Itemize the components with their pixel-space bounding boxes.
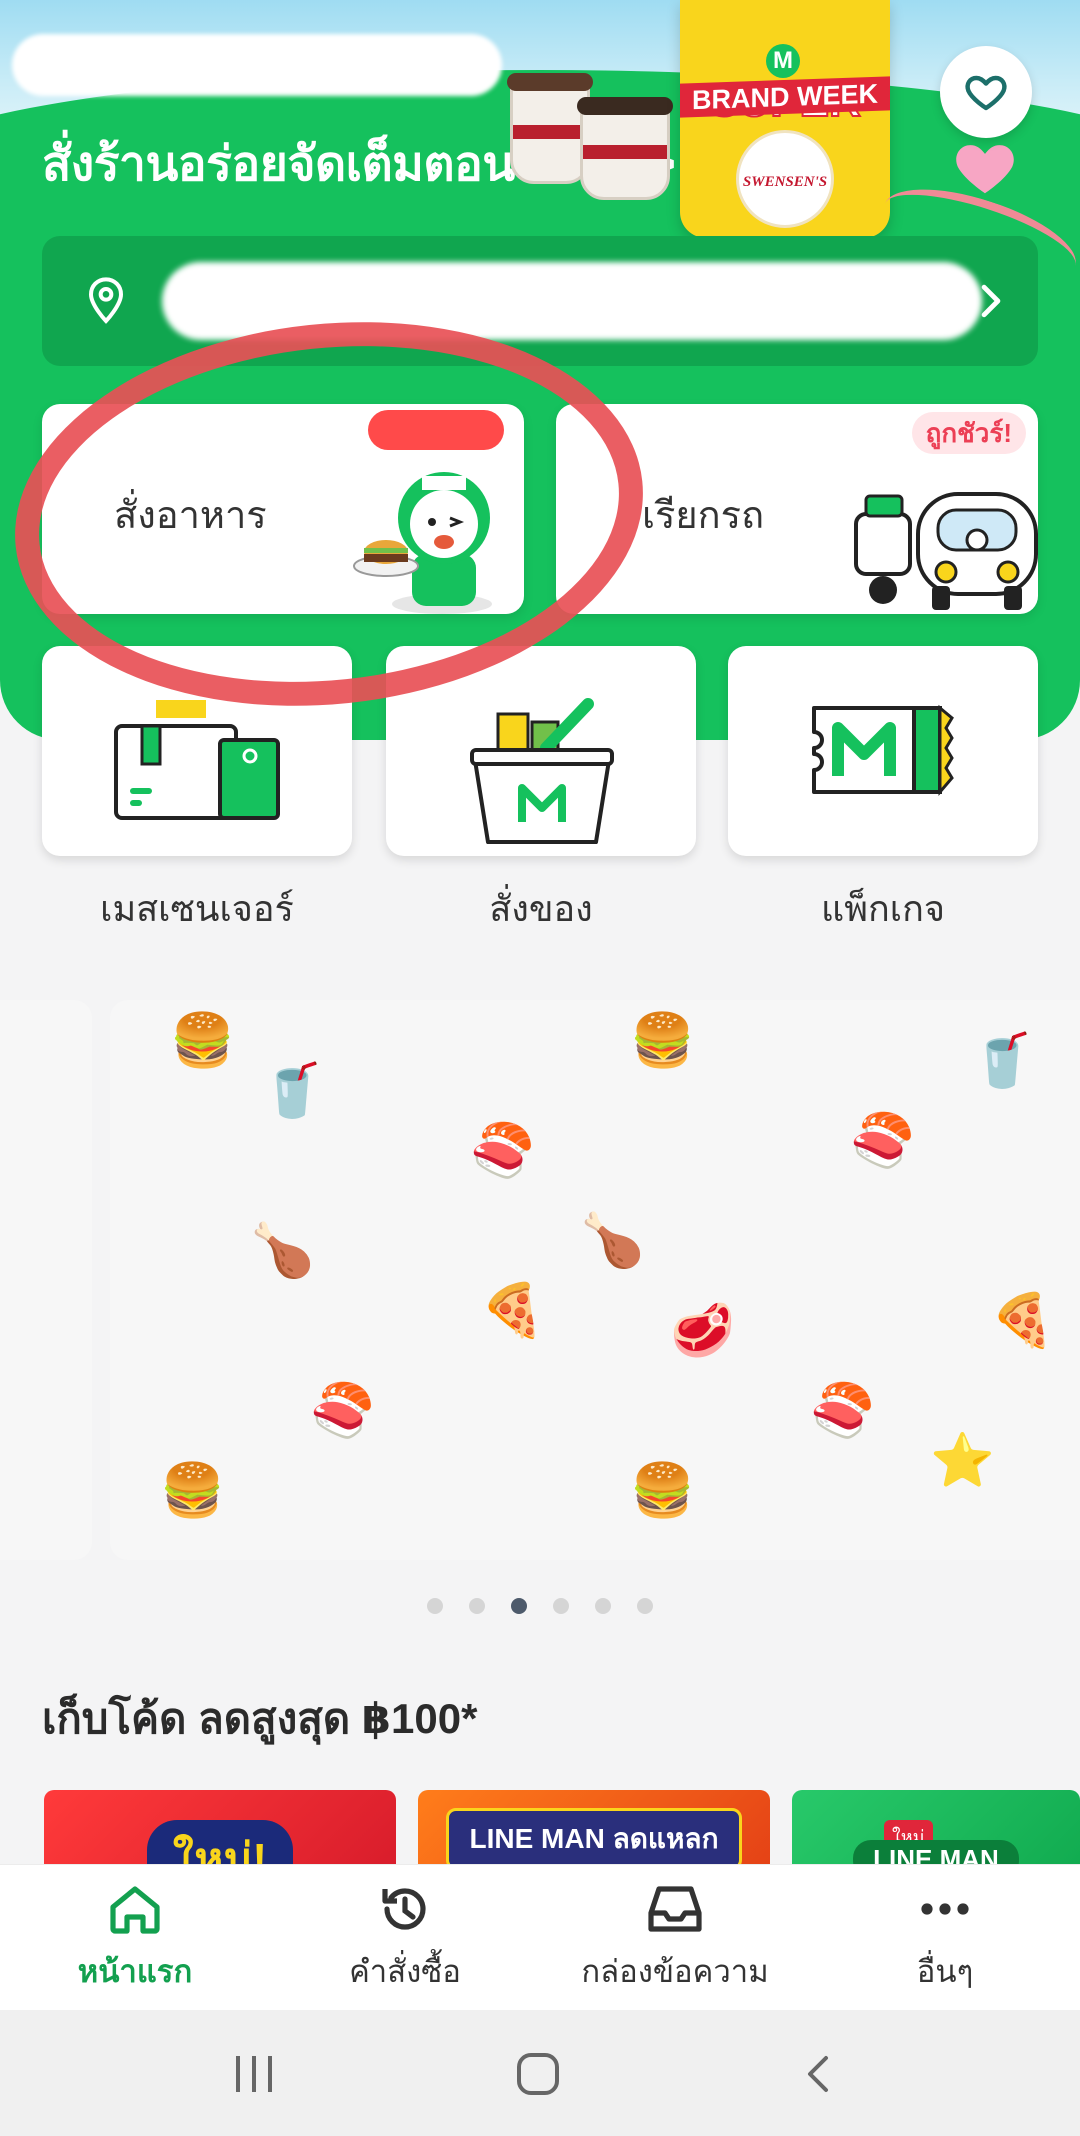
motorbike-and-car-icon [854,492,1038,610]
basket-icon [470,698,614,844]
carousel-dot[interactable] [427,1598,443,1614]
redacted-address [162,262,982,340]
back-icon[interactable] [804,2054,832,2094]
package-label: แพ็กเกจ [821,888,945,929]
carousel-dot[interactable] [469,1598,485,1614]
favorites-button[interactable] [940,46,1032,138]
messenger-tile[interactable] [42,646,352,856]
cheese-pattern-icon: ⭐ [930,1432,995,1490]
inbox-icon [648,1886,702,1932]
food-order-card[interactable]: สั่งอาหาร [42,404,524,614]
coupons-section-title: เก็บโค้ด ลดสูงสุด ฿100* [42,1695,478,1742]
burger-pattern-icon: 🍔 [630,1462,695,1520]
steak-pattern-icon: 🥩 [670,1302,735,1360]
carousel-previous-slide[interactable] [0,1000,92,1560]
food-promo-tag [368,410,504,450]
home-button-icon[interactable] [516,2052,560,2096]
carousel-indicator [0,1598,1080,1614]
rider-with-burger-icon [353,472,492,614]
carousel-dot[interactable] [595,1598,611,1614]
super-brand-week-badge[interactable]: MSUPER BRAND WEEK SWENSEN'S [680,0,890,238]
nav-inbox[interactable]: กล่องข้อความ [540,1883,810,1996]
home-icon [110,1886,160,1934]
nav-inbox-label: กล่องข้อความ [581,1954,769,1989]
ride-promo-tag: ถูกชัวร์! [911,412,1026,454]
nav-more[interactable]: อื่นๆ [810,1883,1080,1996]
redacted-region [12,34,502,96]
parcel-icon [114,700,280,820]
carousel-dot[interactable] [637,1598,653,1614]
swensens-logo: SWENSEN'S [736,130,834,228]
drink-pattern-icon: 🥤 [260,1062,325,1120]
sushi-pattern-icon: 🍣 [470,1122,535,1180]
coupon-title: LINE MAN ลดแหลก [446,1808,742,1870]
burger-pattern-icon: 🍔 [630,1012,695,1070]
recent-apps-icon[interactable] [232,2054,278,2094]
messenger-label: เมสเซนเจอร์ [100,888,294,929]
nav-home[interactable]: หน้าแรก [0,1883,270,1996]
ride-card[interactable]: ถูกชัวร์! เรียกรถ [556,404,1038,614]
carousel-dot-active[interactable] [511,1598,527,1614]
burger-pattern-icon: 🍔 [160,1462,225,1520]
nav-more-label: อื่นๆ [916,1954,974,1989]
groceries-tile[interactable] [386,646,696,856]
nav-orders-label: คำสั่งซื้อ [349,1954,461,1989]
location-pin-icon [88,277,124,324]
chef-hat-pattern-icon: 🍗 [250,1222,315,1280]
ride-label: เรียกรถ [642,495,765,537]
carousel-dot[interactable] [553,1598,569,1614]
banner-carousel[interactable]: 🍔 🍔 🥤 🥤 🍗 🍣 🍣 🍣 🍣 🍕 🍕 🍗 🥩 🍔 🍔 ⭐ [110,1000,1080,1560]
sushi-pattern-icon: 🍣 [310,1382,375,1440]
nav-home-label: หน้าแรก [77,1954,193,1989]
burger-pattern-icon: 🍔 [170,1012,235,1070]
more-icon [921,1903,969,1915]
heart-icon [965,75,1007,111]
ticket-icon [812,704,954,797]
brand-mark: M [766,44,800,78]
pink-heart-decoration [956,145,1014,194]
pizza-pattern-icon: 🍕 [480,1282,545,1340]
system-navigation-bar [0,2010,1080,2136]
dessert-cups-illustration [470,64,690,204]
chicken-pattern-icon: 🍗 [580,1212,645,1270]
sushi-pattern-icon: 🍣 [810,1382,875,1440]
sushi-pattern-icon: 🍣 [850,1112,915,1170]
delivery-address-bar[interactable] [42,236,1038,366]
package-tile[interactable] [728,646,1038,856]
chevron-right-icon [981,284,1001,318]
history-icon [382,1888,426,1930]
nav-orders[interactable]: คำสั่งซื้อ [270,1883,540,1996]
food-order-label: สั่งอาหาร [114,495,267,537]
pizza-pattern-icon: 🍕 [990,1292,1055,1350]
groceries-label: สั่งของ [489,888,593,929]
bottom-navigation: หน้าแรก คำสั่งซื้อ กล่องข้อความ อื่นๆ [0,1864,1080,2010]
drink-pattern-icon: 🥤 [970,1032,1035,1090]
